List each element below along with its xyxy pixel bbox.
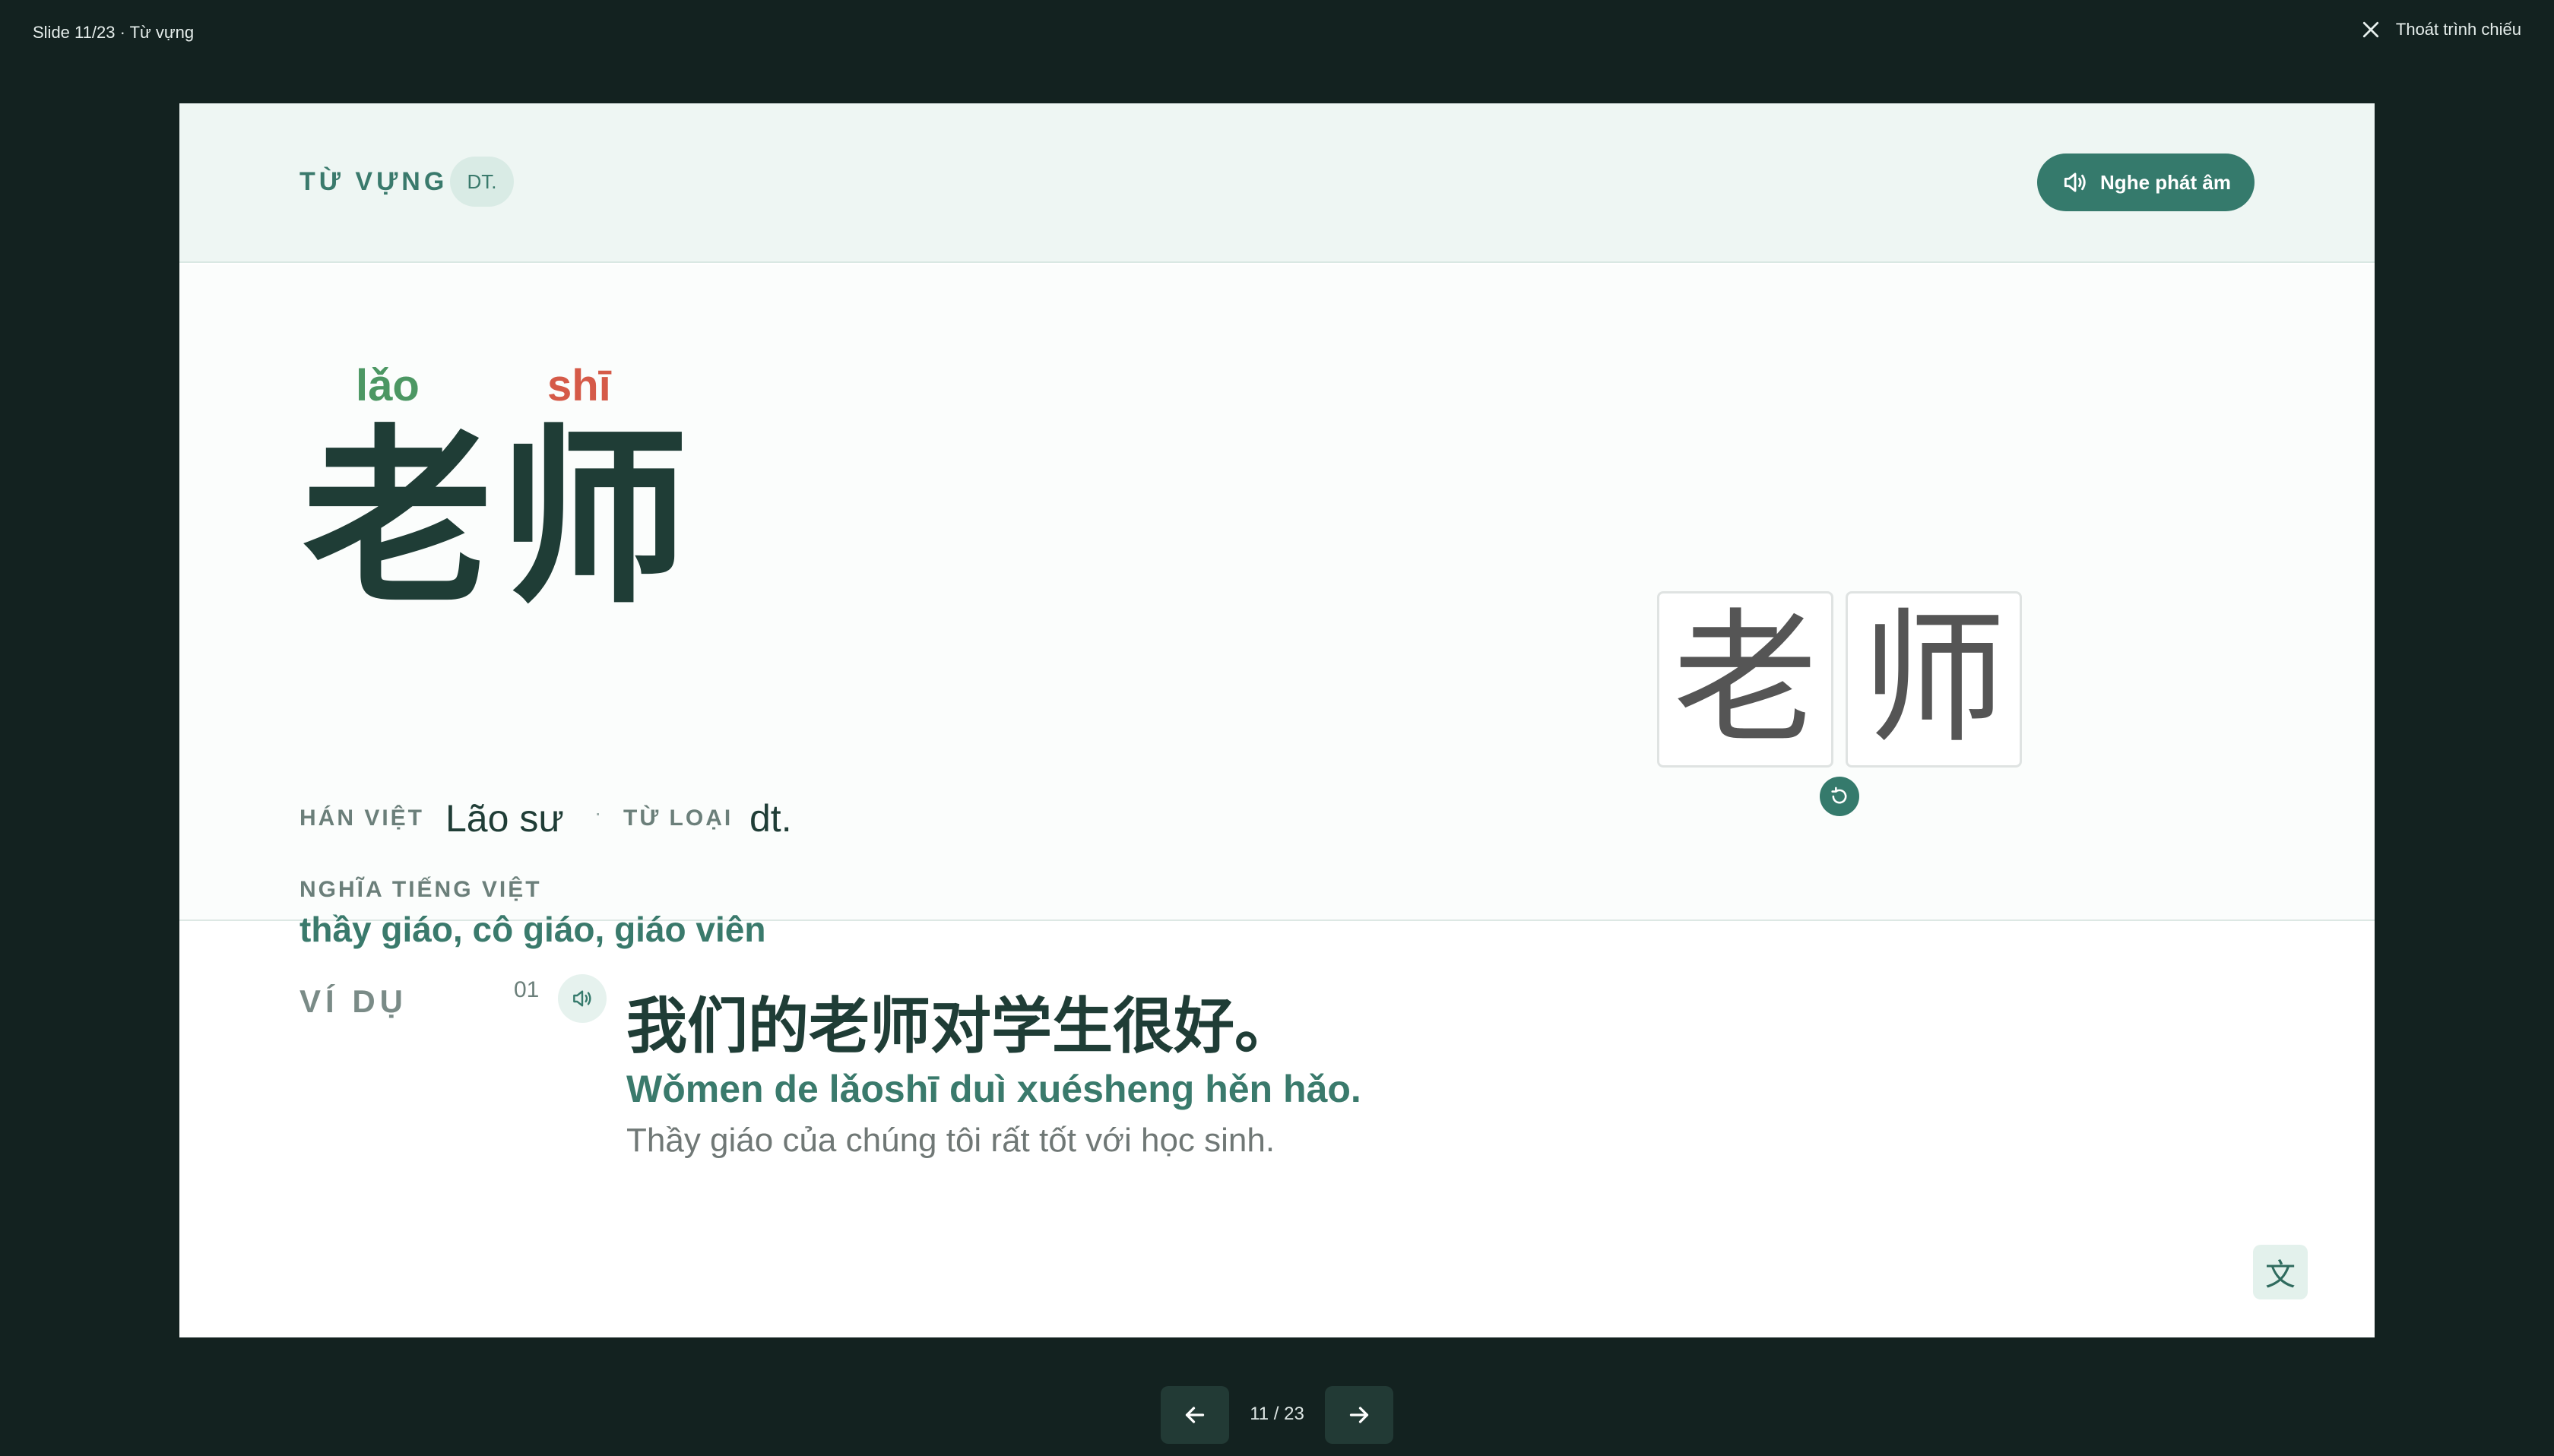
listen-pronunciation-button[interactable]: Nghe phát âm xyxy=(2037,154,2255,211)
word-area: lǎo shī 老 师 HÁN VIỆT Lão sư · TỪ LOẠI dt… xyxy=(179,264,2375,949)
pos-badge: DT. xyxy=(450,157,514,207)
example-pinyin: Wǒmen de lǎoshī duì xuésheng hěn hǎo. xyxy=(626,1068,1361,1110)
close-icon xyxy=(2362,21,2379,38)
previous-slide-button[interactable] xyxy=(1161,1386,1229,1444)
arrow-right-icon xyxy=(1349,1407,1369,1423)
hanzi-character: 师 xyxy=(499,408,689,629)
example-hanzi: 我们的老师对学生很好。 xyxy=(626,991,1295,1062)
exit-label: Thoát trình chiếu xyxy=(2395,20,2521,39)
example-translation: Thầy giáo của chúng tôi rất tốt với học … xyxy=(626,1122,1275,1159)
translate-toggle-button[interactable]: 文 xyxy=(2253,1245,2308,1299)
vocabulary-slide: TỪ VỰNG DT. Nghe phát âm lǎo shī 老 师 HÁN… xyxy=(179,103,2375,1337)
next-slide-button[interactable] xyxy=(1325,1386,1393,1444)
example-index: 01 xyxy=(514,977,540,1002)
example-audio-button[interactable] xyxy=(558,974,607,1023)
pinyin-syllable: lǎo xyxy=(356,361,420,410)
part-of-speech-value: dt. xyxy=(749,797,792,840)
stroke-order-box: 老 xyxy=(1657,591,1833,768)
examples-label: VÍ DỤ xyxy=(299,983,408,1019)
translate-icon: 文 xyxy=(2265,1258,2296,1293)
separator-dot: · xyxy=(594,801,602,825)
slide-indicator: Slide 11/23 · Từ vựng xyxy=(33,23,195,42)
slide-header: TỪ VỰNG DT. Nghe phát âm xyxy=(179,103,2375,263)
arrow-left-icon xyxy=(1185,1407,1205,1423)
stroke-order-box: 师 xyxy=(1846,591,2022,768)
replay-stroke-button[interactable] xyxy=(1820,777,1859,816)
meaning-value: thầy giáo, cô giáo, giáo viên xyxy=(299,910,766,949)
speaker-icon xyxy=(573,990,591,1007)
exit-presentation-button[interactable]: Thoát trình chiếu xyxy=(2359,18,2521,41)
han-viet-label: HÁN VIỆT xyxy=(299,806,425,831)
hanzi-character: 老 xyxy=(303,408,493,629)
pinyin-syllable: shī xyxy=(547,361,611,410)
part-of-speech-label: TỪ LOẠI xyxy=(623,806,734,831)
meaning-label: NGHĨA TIẾNG VIỆT xyxy=(299,877,542,902)
listen-pronunciation-label: Nghe phát âm xyxy=(2100,170,2231,194)
page-counter: 11 / 23 xyxy=(1250,1404,1304,1424)
replay-icon xyxy=(1831,787,1847,804)
section-label: TỪ VỰNG xyxy=(299,167,448,196)
han-viet-value: Lão sư xyxy=(445,797,564,840)
speaker-icon xyxy=(2064,173,2086,192)
